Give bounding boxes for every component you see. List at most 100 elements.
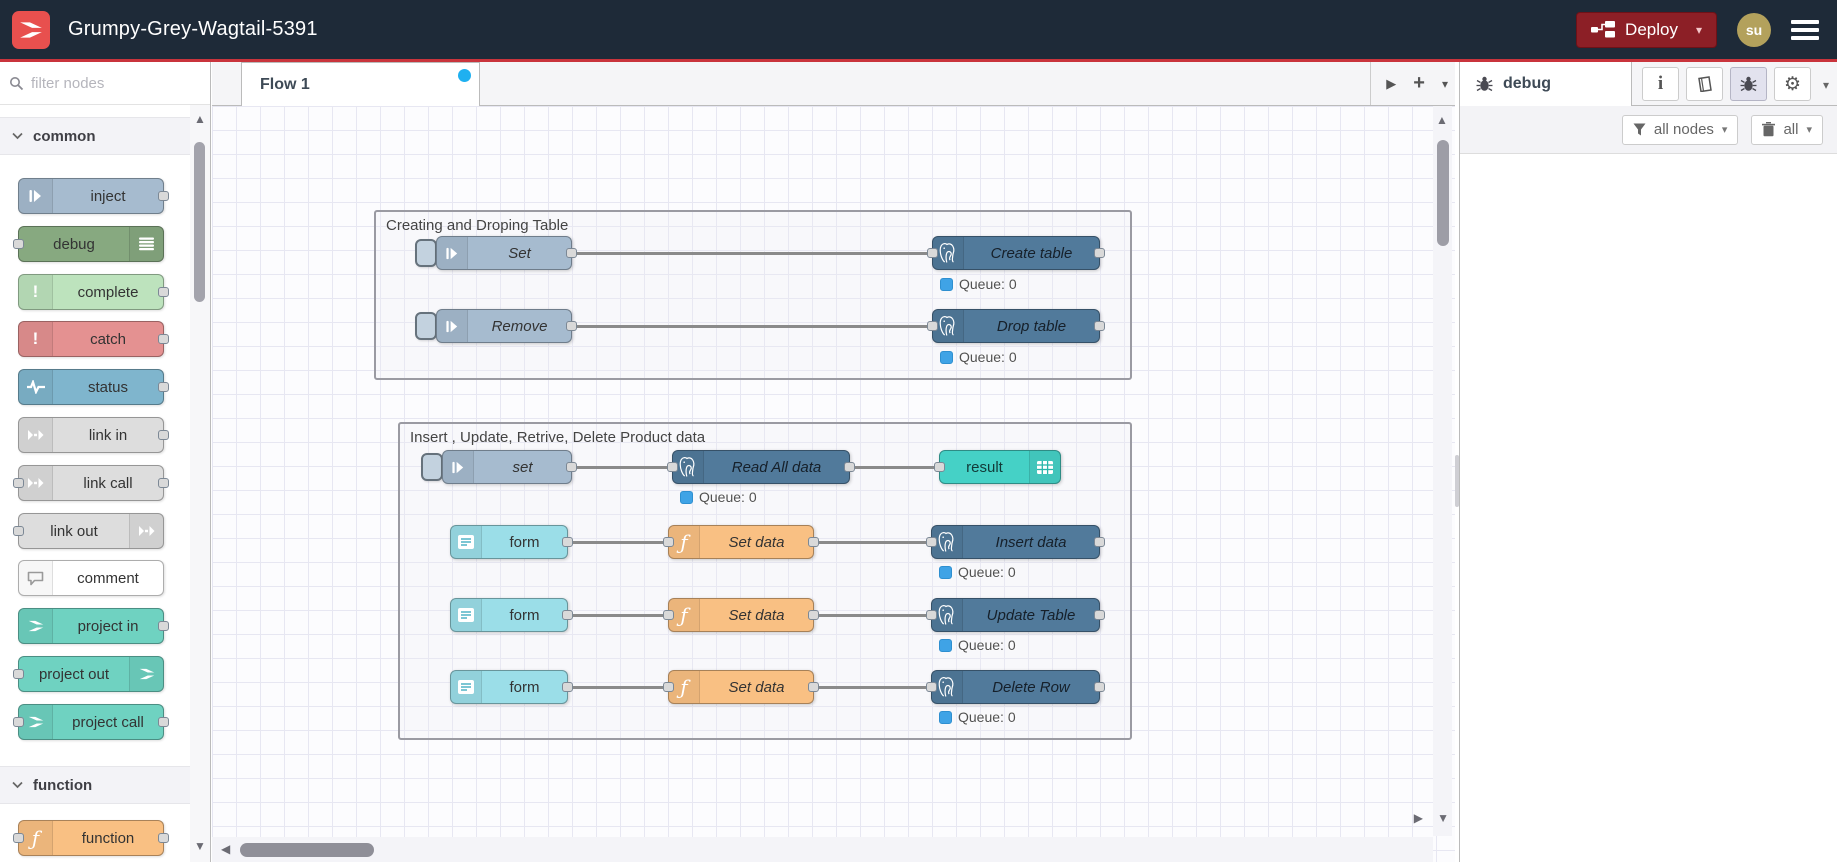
output-port[interactable] <box>158 191 169 201</box>
tab-flow-1[interactable]: Flow 1 <box>241 62 480 106</box>
output-port[interactable] <box>808 537 819 547</box>
node-postgres-delete-row[interactable]: Delete Row <box>926 670 1105 704</box>
node-inject-set2[interactable]: set <box>442 450 577 484</box>
sidebar-menu-caret-icon[interactable]: ▾ <box>1823 78 1829 92</box>
palette-node-link-call[interactable]: link call <box>13 465 169 501</box>
wire[interactable] <box>575 325 934 328</box>
scroll-up-icon[interactable]: ▲ <box>1436 114 1448 126</box>
debug-tab-button[interactable] <box>1730 67 1767 101</box>
node-inject-remove[interactable]: Remove <box>436 309 577 343</box>
output-port[interactable] <box>808 682 819 692</box>
output-port[interactable] <box>1094 248 1105 258</box>
palette-category-function[interactable]: function <box>0 766 190 804</box>
node-function-set-data-1[interactable]: ƒ Set data <box>663 525 819 559</box>
input-port[interactable] <box>13 478 24 488</box>
inject-trigger-button[interactable] <box>421 453 443 481</box>
debug-clear-button[interactable]: all ▾ <box>1751 114 1823 145</box>
input-port[interactable] <box>927 248 938 258</box>
input-port[interactable] <box>927 321 938 331</box>
panel-splitter-handle[interactable] <box>1455 455 1459 507</box>
output-port[interactable] <box>158 717 169 727</box>
output-port[interactable] <box>566 462 577 472</box>
tab-list-caret-icon[interactable]: ▾ <box>1442 77 1448 91</box>
help-tab-button[interactable] <box>1686 67 1723 101</box>
output-port[interactable] <box>158 382 169 392</box>
scroll-down-icon[interactable]: ▼ <box>1437 812 1449 824</box>
input-port[interactable] <box>13 669 24 679</box>
canvas-vscroll-thumb[interactable] <box>1437 140 1449 246</box>
input-port[interactable] <box>13 239 24 249</box>
deploy-button[interactable]: Deploy ▾ <box>1576 11 1717 48</box>
scroll-left-icon[interactable]: ◀ <box>221 843 230 855</box>
main-menu-icon[interactable] <box>1791 16 1819 44</box>
scroll-down-icon[interactable]: ▼ <box>194 840 206 852</box>
wire[interactable] <box>570 686 670 689</box>
input-port[interactable] <box>926 682 937 692</box>
add-flow-button[interactable]: + <box>1413 72 1425 95</box>
palette-node-function[interactable]: ƒ function <box>13 820 169 856</box>
wire[interactable] <box>575 252 934 255</box>
palette-category-common[interactable]: common <box>0 117 190 155</box>
input-port[interactable] <box>13 833 24 843</box>
debug-filter-button[interactable]: all nodes ▾ <box>1621 114 1739 145</box>
palette-node-complete[interactable]: ! complete <box>18 274 169 310</box>
node-postgres-create-table[interactable]: Create table <box>927 236 1105 270</box>
output-port[interactable] <box>844 462 855 472</box>
input-port[interactable] <box>934 462 945 472</box>
wire[interactable] <box>570 541 670 544</box>
node-ui-form-1[interactable]: form <box>450 525 573 559</box>
wire[interactable] <box>816 541 933 544</box>
input-port[interactable] <box>663 610 674 620</box>
palette-node-debug[interactable]: debug <box>13 226 164 262</box>
palette-scrollbar[interactable]: ▲ ▼ <box>190 105 210 862</box>
inject-trigger-button[interactable] <box>415 239 437 267</box>
output-port[interactable] <box>566 248 577 258</box>
output-port[interactable] <box>562 682 573 692</box>
node-postgres-insert-data[interactable]: Insert data <box>926 525 1105 559</box>
wire[interactable] <box>570 614 670 617</box>
palette-node-project-call[interactable]: project call <box>13 704 169 740</box>
input-port[interactable] <box>926 610 937 620</box>
output-port[interactable] <box>158 833 169 843</box>
node-ui-form-3[interactable]: form <box>450 670 573 704</box>
user-avatar[interactable]: su <box>1737 12 1771 47</box>
input-port[interactable] <box>13 717 24 727</box>
output-port[interactable] <box>808 610 819 620</box>
output-port[interactable] <box>158 334 169 344</box>
wire[interactable] <box>852 466 941 469</box>
filter-nodes-input[interactable] <box>31 74 181 92</box>
output-port[interactable] <box>562 537 573 547</box>
debug-messages-panel[interactable] <box>1460 154 1837 862</box>
palette-node-project-out[interactable]: project out <box>13 656 164 692</box>
node-postgres-drop-table[interactable]: Drop table <box>927 309 1105 343</box>
deploy-options-caret-icon[interactable]: ▾ <box>1696 23 1702 37</box>
output-port[interactable] <box>1094 610 1105 620</box>
input-port[interactable] <box>926 537 937 547</box>
wire[interactable] <box>816 686 933 689</box>
output-port[interactable] <box>158 621 169 631</box>
tab-scroll-right-icon[interactable]: ▶ <box>1386 76 1396 92</box>
node-ui-form-2[interactable]: form <box>450 598 573 632</box>
node-postgres-update-table[interactable]: Update Table <box>926 598 1105 632</box>
palette-node-inject[interactable]: inject <box>18 178 169 214</box>
node-postgres-read-all-data[interactable]: Read All data <box>667 450 855 484</box>
canvas-horizontal-scrollbar[interactable]: ◀ <box>212 837 1433 862</box>
palette-node-link-out[interactable]: link out <box>13 513 164 549</box>
inject-trigger-button[interactable] <box>415 312 437 340</box>
output-port[interactable] <box>1094 321 1105 331</box>
scroll-right-icon[interactable]: ▶ <box>1414 812 1423 824</box>
palette-node-comment[interactable]: comment <box>18 560 164 596</box>
output-port[interactable] <box>1094 682 1105 692</box>
wire[interactable] <box>816 614 933 617</box>
input-port[interactable] <box>663 537 674 547</box>
node-function-set-data-2[interactable]: ƒ Set data <box>663 598 819 632</box>
palette-node-status[interactable]: status <box>18 369 169 405</box>
output-port[interactable] <box>1094 537 1105 547</box>
palette-scrollbar-thumb[interactable] <box>194 142 205 302</box>
tab-debug[interactable]: debug <box>1460 62 1632 106</box>
node-table-result[interactable]: result <box>934 450 1061 484</box>
output-port[interactable] <box>566 321 577 331</box>
flow-canvas[interactable]: Creating and Droping Table Set Create ta… <box>212 106 1455 862</box>
config-nodes-button[interactable]: ⚙ <box>1774 67 1811 101</box>
output-port[interactable] <box>158 430 169 440</box>
